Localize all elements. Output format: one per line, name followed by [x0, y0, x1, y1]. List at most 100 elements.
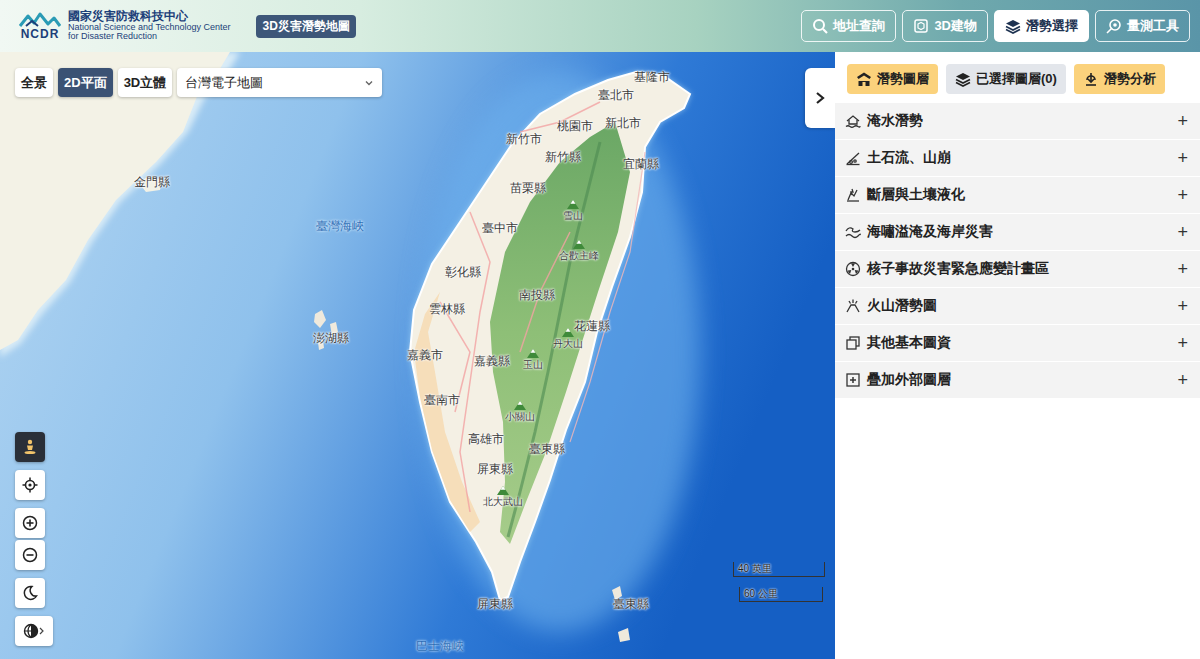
view-mode-button[interactable]: 3D立體 — [118, 68, 173, 97]
city-label: 宜蘭縣 — [623, 156, 659, 173]
expand-toggle[interactable]: + — [1177, 333, 1188, 354]
map-tool-button[interactable] — [15, 616, 53, 646]
expand-toggle[interactable]: + — [1177, 296, 1188, 317]
view-mode-button[interactable]: 2D平面 — [58, 68, 113, 97]
category-label: 海嘯溢淹及海岸災害 — [867, 223, 1171, 241]
nav-button[interactable]: 3D建物 — [902, 10, 988, 42]
label-text: 彰化縣 — [445, 265, 481, 279]
city-label: 新竹市 — [506, 131, 542, 148]
label-text: 澎湖縣 — [313, 331, 349, 345]
map-tool-button[interactable] — [15, 578, 45, 608]
expand-toggle[interactable]: + — [1177, 370, 1188, 391]
view-mode-label: 2D平面 — [64, 74, 107, 92]
label-text: 苗栗縣 — [510, 181, 546, 195]
city-label: 桃園市 — [557, 118, 593, 135]
panel-button-label: 已選擇圖層(0) — [976, 70, 1057, 88]
city-label: 臺中市 — [482, 220, 518, 237]
label-text: 嘉義縣 — [474, 354, 510, 368]
peak-label: 玉山 — [523, 349, 543, 372]
locate-icon — [22, 477, 38, 493]
expand-toggle[interactable]: + — [1177, 222, 1188, 243]
main-area: 基隆市臺北市新北市桃園市新竹市新竹縣宜蘭縣金門縣苗栗縣雪山臺灣海峽臺中市合歡主峰… — [0, 52, 1200, 659]
category-label: 核子事故災害緊急應變計畫區 — [867, 260, 1171, 278]
mountain-peak-icon — [527, 349, 539, 358]
label-text: 合歡主峰 — [559, 249, 599, 263]
category-row[interactable]: 疊加外部圖層 + — [835, 362, 1200, 399]
city-label: 嘉義縣 — [474, 353, 510, 370]
map-tool-button[interactable] — [15, 470, 45, 500]
cube-icon — [913, 18, 929, 34]
city-label: 高雄市 — [468, 431, 504, 448]
map-canvas[interactable]: 基隆市臺北市新北市桃園市新竹市新竹縣宜蘭縣金門縣苗栗縣雪山臺灣海峽臺中市合歡主峰… — [0, 52, 835, 659]
mountain-peak-icon — [497, 486, 509, 495]
view-mode-button[interactable]: 全景 — [15, 68, 53, 97]
category-label: 淹水潛勢 — [867, 112, 1171, 130]
nav-button[interactable]: 潛勢選擇 — [994, 10, 1089, 42]
expand-toggle[interactable]: + — [1177, 259, 1188, 280]
map-tool-button[interactable] — [15, 432, 45, 462]
org-name-en: National Science and Technology Center — [68, 23, 230, 32]
label-text: 高雄市 — [468, 432, 504, 446]
city-label: 臺北市 — [598, 87, 634, 104]
peak-label: 丹大山 — [553, 328, 583, 351]
category-row[interactable]: 海嘯溢淹及海岸災害 + — [835, 214, 1200, 251]
scale-text: 60 公里 — [744, 588, 778, 599]
nav-button[interactable]: 地址查詢 — [801, 10, 896, 42]
nav-button[interactable]: 量測工具 — [1095, 10, 1190, 42]
nav-label: 3D建物 — [934, 17, 977, 35]
nav-label: 潛勢選擇 — [1026, 17, 1078, 35]
stacked-layers-icon — [955, 71, 971, 87]
category-label: 斷層與土壤液化 — [867, 186, 1171, 204]
label-text: 新竹縣 — [545, 150, 581, 164]
expand-toggle[interactable]: + — [1177, 185, 1188, 206]
category-row[interactable]: 火山潛勢圖+ — [835, 288, 1200, 325]
category-row[interactable]: 土石流、山崩 + — [835, 140, 1200, 177]
label-text: 宜蘭縣 — [623, 157, 659, 171]
logo[interactable]: NCDR國家災害防救科技中心National Science and Techn… — [18, 10, 230, 41]
panel-toggle[interactable] — [805, 68, 835, 128]
category-label: 土石流、山崩 — [867, 149, 1171, 167]
mountain-peak-icon — [514, 401, 526, 410]
map-toolbar — [15, 432, 53, 646]
category-label: 疊加外部圖層 — [867, 371, 1171, 389]
expand-toggle[interactable]: + — [1177, 148, 1188, 169]
chevron-right-icon — [814, 91, 826, 105]
layers-icon — [856, 71, 872, 87]
city-label: 花蓮縣 — [574, 318, 610, 335]
label-text: 臺北市 — [598, 88, 634, 102]
category-row[interactable]: 淹水潛勢 + — [835, 103, 1200, 140]
layer-panel: 潛勢圖層已選擇圖層(0)潛勢分析淹水潛勢+土石流、山崩+斷層與土壤液化+海嘯溢淹… — [835, 52, 1200, 659]
peak-label: 北大武山 — [483, 486, 523, 509]
chevron-right-icon — [39, 627, 45, 635]
mountain-peak-icon — [567, 200, 579, 209]
panel-button-label: 潛勢分析 — [1104, 70, 1156, 88]
city-label: 嘉義市 — [407, 347, 443, 364]
basemap-dropdown[interactable]: 台灣電子地圖 — [177, 68, 382, 97]
category-row[interactable]: 斷層與土壤液化 + — [835, 177, 1200, 214]
panel-button[interactable]: 已選擇圖層(0) — [946, 64, 1066, 94]
category-row[interactable]: 核子事故災害緊急應變計畫區 + — [835, 251, 1200, 288]
ncdr-logo: NCDR — [18, 12, 62, 40]
label-text: 丹大山 — [553, 337, 583, 351]
measure-icon — [1106, 18, 1122, 34]
map-tool-button[interactable] — [15, 540, 45, 570]
label-text: 雲林縣 — [429, 302, 465, 316]
label-text: 桃園市 — [557, 119, 593, 133]
landslide-icon — [845, 150, 861, 166]
label-text: 雪山 — [563, 209, 583, 223]
nav-label: 量測工具 — [1127, 17, 1179, 35]
basemap-value: 台灣電子地圖 — [185, 74, 263, 92]
volcano-icon — [845, 298, 861, 314]
globe-icon — [23, 623, 39, 639]
tsunami-icon — [845, 224, 861, 240]
label-text: 臺灣海峽 — [316, 219, 364, 233]
panel-button[interactable]: 潛勢圖層 — [847, 64, 938, 94]
label-text: 新竹市 — [506, 132, 542, 146]
expand-toggle[interactable]: + — [1177, 111, 1188, 132]
city-label: 金門縣 — [134, 174, 170, 191]
map-tool-button[interactable] — [15, 508, 45, 538]
category-row[interactable]: 其他基本圖資+ — [835, 325, 1200, 362]
peak-label: 雪山 — [563, 200, 583, 223]
panel-button[interactable]: 潛勢分析 — [1074, 64, 1165, 94]
nav-label: 地址查詢 — [833, 17, 885, 35]
